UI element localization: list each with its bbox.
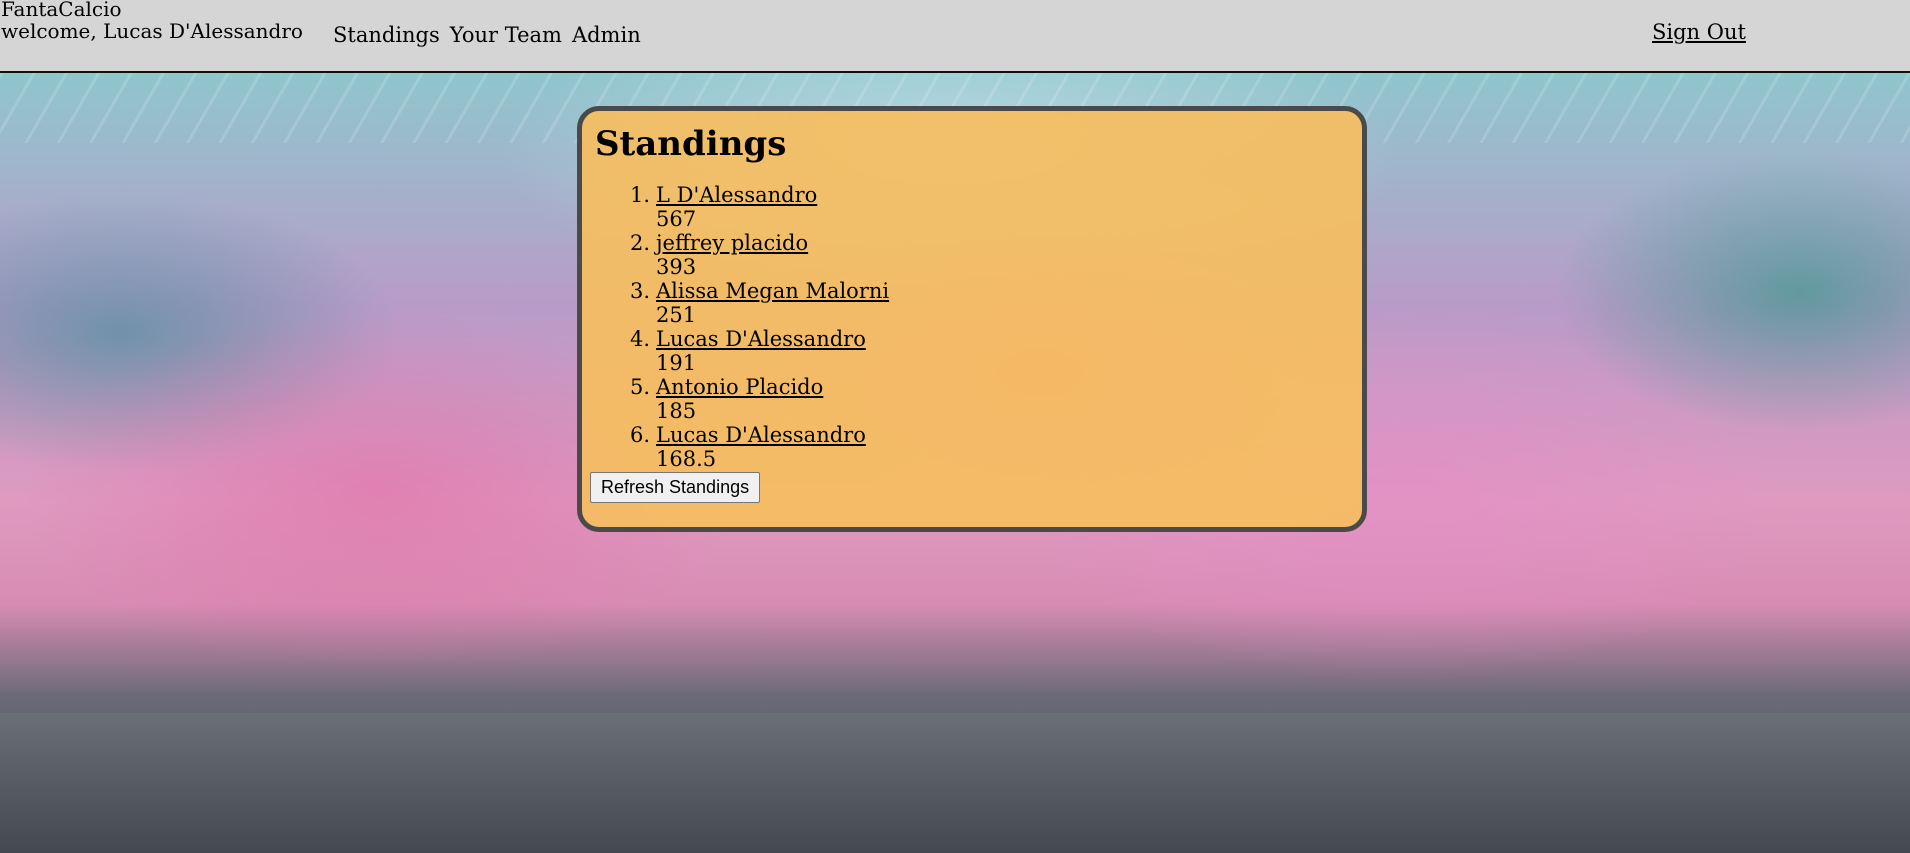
standings-entry: Lucas D'Alessandro 191: [656, 327, 866, 375]
player-score: 567: [656, 207, 697, 231]
rank-number: 2.: [629, 231, 650, 255]
football-pitch: [0, 713, 1910, 853]
standings-row: 4. Lucas D'Alessandro 191: [628, 327, 889, 375]
rank-number: 3.: [629, 279, 650, 303]
player-link[interactable]: Antonio Placido: [656, 375, 823, 399]
player-link[interactable]: Lucas D'Alessandro: [656, 423, 866, 447]
player-score: 185: [656, 399, 697, 423]
nav-your-team-link[interactable]: Your Team: [450, 23, 562, 47]
nav-links: Standings Your Team Admin: [333, 23, 641, 47]
player-link[interactable]: Lucas D'Alessandro: [656, 327, 866, 351]
standings-row: 6. Lucas D'Alessandro 168.5: [628, 423, 889, 471]
standings-entry: Lucas D'Alessandro 168.5: [656, 423, 866, 471]
standings-entry: Alissa Megan Malorni 251: [656, 279, 889, 327]
player-link[interactable]: jeffrey placido: [656, 231, 808, 255]
nav-admin-link[interactable]: Admin: [572, 23, 641, 47]
rank-number: 4.: [629, 327, 650, 351]
standings-title: Standings: [595, 124, 787, 164]
top-navbar: FantaCalcio welcome, Lucas D'Alessandro …: [0, 0, 1910, 73]
standings-entry: jeffrey placido 393: [656, 231, 808, 279]
rank-number: 6.: [629, 423, 650, 447]
sign-out-link[interactable]: Sign Out: [1652, 20, 1746, 44]
standings-panel: Standings 1. L D'Alessandro 567 2. jeffr…: [577, 106, 1367, 532]
player-score: 168.5: [656, 447, 717, 471]
player-score: 251: [656, 303, 697, 327]
rank-number: 1.: [629, 183, 650, 207]
standings-entry: Antonio Placido 185: [656, 375, 823, 423]
app-brand: FantaCalcio: [1, 0, 122, 21]
standings-row: 1. L D'Alessandro 567: [628, 183, 889, 231]
welcome-message: welcome, Lucas D'Alessandro: [1, 19, 303, 43]
standings-row: 5. Antonio Placido 185: [628, 375, 889, 423]
rank-number: 5.: [629, 375, 650, 399]
standings-row: 3. Alissa Megan Malorni 251: [628, 279, 889, 327]
player-score: 191: [656, 351, 697, 375]
player-link[interactable]: Alissa Megan Malorni: [656, 279, 889, 303]
refresh-standings-button[interactable]: Refresh Standings: [590, 472, 761, 503]
player-link[interactable]: L D'Alessandro: [656, 183, 817, 207]
standings-row: 2. jeffrey placido 393: [628, 231, 889, 279]
standings-list: 1. L D'Alessandro 567 2. jeffrey placido…: [628, 183, 889, 471]
standings-entry: L D'Alessandro 567: [656, 183, 817, 231]
nav-standings-link[interactable]: Standings: [333, 23, 440, 47]
player-score: 393: [656, 255, 697, 279]
